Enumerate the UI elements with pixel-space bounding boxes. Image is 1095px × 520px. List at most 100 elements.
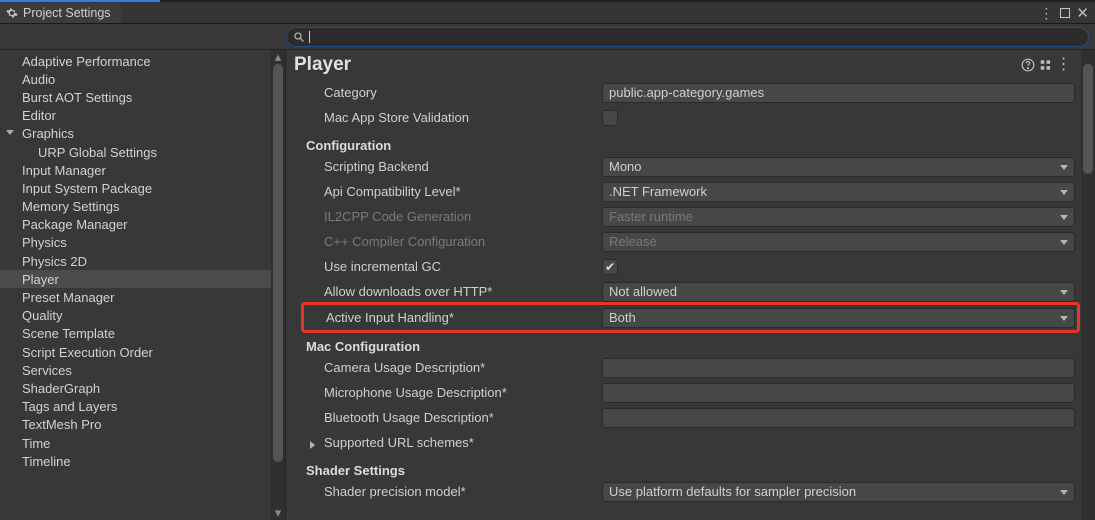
sidebar-item-textmesh-pro[interactable]: TextMesh Pro: [0, 416, 271, 434]
sidebar-item-label: Memory Settings: [22, 199, 120, 214]
sidebar-item-timeline[interactable]: Timeline: [0, 452, 271, 470]
sidebar-item-label: Physics 2D: [22, 254, 87, 269]
scroll-down-icon[interactable]: ▾: [271, 506, 285, 520]
section-head-mac-config: Mac Configuration: [306, 339, 602, 354]
label-bt-desc: Bluetooth Usage Description*: [306, 410, 602, 425]
scroll-up-icon[interactable]: ▴: [271, 50, 285, 64]
checkbox-inc-gc[interactable]: ✔: [602, 259, 618, 275]
dropdown-cpp-compiler: Release: [602, 232, 1075, 252]
chevron-down-icon: [1060, 490, 1068, 495]
sidebar-item-label: Script Execution Order: [22, 345, 153, 360]
sidebar-item-label: Physics: [22, 235, 67, 250]
field-shader-precision: Shader precision model* Use platform def…: [306, 479, 1075, 504]
chevron-down-icon: [1060, 165, 1068, 170]
chevron-down-icon: [1060, 316, 1068, 321]
sidebar-item-script-execution-order[interactable]: Script Execution Order: [0, 343, 271, 361]
main-panel: Player ⋮ Category public.app-category.ga…: [286, 50, 1095, 520]
field-cpp-compiler: C++ Compiler Configuration Release: [306, 229, 1075, 254]
sidebar-item-preset-manager[interactable]: Preset Manager: [0, 288, 271, 306]
sidebar-item-label: Tags and Layers: [22, 399, 117, 414]
dropdown-http[interactable]: Not allowed: [602, 282, 1075, 302]
input-camera-desc[interactable]: [602, 358, 1075, 378]
sidebar-item-graphics[interactable]: Graphics: [0, 125, 271, 143]
sidebar-list: Adaptive PerformanceAudioBurst AOT Setti…: [0, 50, 271, 520]
window-close-icon[interactable]: ✕: [1076, 4, 1089, 22]
sidebar-scroll-thumb[interactable]: [273, 64, 283, 462]
dropdown-il2cpp: Faster runtime: [602, 207, 1075, 227]
sidebar-scrollbar[interactable]: ▴ ▾: [271, 50, 285, 520]
label-camera-desc: Camera Usage Description*: [306, 360, 602, 375]
chevron-down-icon: [1060, 240, 1068, 245]
field-url-schemes[interactable]: Supported URL schemes*: [306, 430, 1075, 455]
sidebar-item-label: Adaptive Performance: [22, 54, 151, 69]
main-scroll-thumb[interactable]: [1083, 64, 1093, 174]
sidebar-item-urp-global-settings[interactable]: URP Global Settings: [0, 143, 271, 161]
sidebar-item-player[interactable]: Player: [0, 270, 271, 288]
label-macstore: Mac App Store Validation: [306, 110, 602, 125]
section-head-shader: Shader Settings: [306, 463, 602, 478]
window-tab[interactable]: Project Settings: [0, 3, 121, 23]
sidebar-item-physics[interactable]: Physics: [0, 234, 271, 252]
sidebar-item-input-manager[interactable]: Input Manager: [0, 161, 271, 179]
sidebar-item-tags-and-layers[interactable]: Tags and Layers: [0, 398, 271, 416]
sidebar-item-burst-aot-settings[interactable]: Burst AOT Settings: [0, 88, 271, 106]
dropdown-scripting-backend[interactable]: Mono: [602, 157, 1075, 177]
sidebar-item-label: Timeline: [22, 454, 71, 469]
field-camera-desc: Camera Usage Description*: [306, 355, 1075, 380]
more-icon[interactable]: ⋮: [1055, 56, 1073, 74]
label-api-compat: Api Compatibility Level*: [306, 184, 602, 199]
field-scripting-backend: Scripting Backend Mono: [306, 154, 1075, 179]
dropdown-active-input[interactable]: Both: [602, 308, 1075, 328]
tab-title: Project Settings: [23, 6, 111, 20]
search-input-wrapper[interactable]: [286, 27, 1089, 47]
chevron-down-icon: [1060, 190, 1068, 195]
sidebar-item-label: Time: [22, 436, 50, 451]
sidebar-item-label: URP Global Settings: [38, 145, 157, 160]
search-row: [0, 24, 1095, 50]
sidebar-item-input-system-package[interactable]: Input System Package: [0, 179, 271, 197]
field-category: Category public.app-category.games: [306, 80, 1075, 105]
field-inc-gc: Use incremental GC ✔: [306, 254, 1075, 279]
sidebar-item-label: Editor: [22, 108, 56, 123]
input-bt-desc[interactable]: [602, 408, 1075, 428]
field-macstore: Mac App Store Validation: [306, 105, 1075, 130]
sidebar-item-memory-settings[interactable]: Memory Settings: [0, 198, 271, 216]
label-url-schemes[interactable]: Supported URL schemes*: [306, 435, 602, 450]
label-category: Category: [306, 85, 602, 100]
sidebar-item-adaptive-performance[interactable]: Adaptive Performance: [0, 52, 271, 70]
sidebar-item-quality[interactable]: Quality: [0, 307, 271, 325]
search-input[interactable]: [310, 30, 1082, 44]
dropdown-shader-precision[interactable]: Use platform defaults for sampler precis…: [602, 482, 1075, 502]
field-active-input: Active Input Handling* Both: [301, 302, 1080, 333]
sidebar-item-label: TextMesh Pro: [22, 417, 101, 432]
sidebar-item-services[interactable]: Services: [0, 361, 271, 379]
sidebar-item-label: Package Manager: [22, 217, 128, 232]
help-icon[interactable]: [1019, 56, 1037, 74]
label-active-input: Active Input Handling*: [306, 310, 602, 325]
input-mic-desc[interactable]: [602, 383, 1075, 403]
field-http: Allow downloads over HTTP* Not allowed: [306, 279, 1075, 304]
sidebar-item-shadergraph[interactable]: ShaderGraph: [0, 379, 271, 397]
sidebar-item-label: Input Manager: [22, 163, 106, 178]
field-il2cpp: IL2CPP Code Generation Faster runtime: [306, 204, 1075, 229]
sidebar-item-scene-template[interactable]: Scene Template: [0, 325, 271, 343]
sidebar-item-label: Services: [22, 363, 72, 378]
sidebar-item-package-manager[interactable]: Package Manager: [0, 216, 271, 234]
dropdown-api-compat[interactable]: .NET Framework: [602, 182, 1075, 202]
settings-preset-icon[interactable]: [1037, 56, 1055, 74]
main-scrollbar[interactable]: [1081, 50, 1095, 520]
window-more-icon[interactable]: ⋮: [1039, 6, 1054, 20]
chevron-down-icon: [1060, 215, 1068, 220]
sidebar-item-editor[interactable]: Editor: [0, 107, 271, 125]
section-shader: Shader Settings: [306, 455, 1075, 479]
sidebar-item-audio[interactable]: Audio: [0, 70, 271, 88]
field-bt-desc: Bluetooth Usage Description*: [306, 405, 1075, 430]
checkbox-macstore[interactable]: [602, 110, 618, 126]
search-icon: [293, 31, 309, 43]
sidebar-item-time[interactable]: Time: [0, 434, 271, 452]
gear-icon: [6, 7, 18, 19]
window-maximize-icon[interactable]: [1060, 8, 1070, 18]
input-category[interactable]: public.app-category.games: [602, 83, 1075, 103]
sidebar-item-physics-2d[interactable]: Physics 2D: [0, 252, 271, 270]
sidebar-item-label: Preset Manager: [22, 290, 115, 305]
